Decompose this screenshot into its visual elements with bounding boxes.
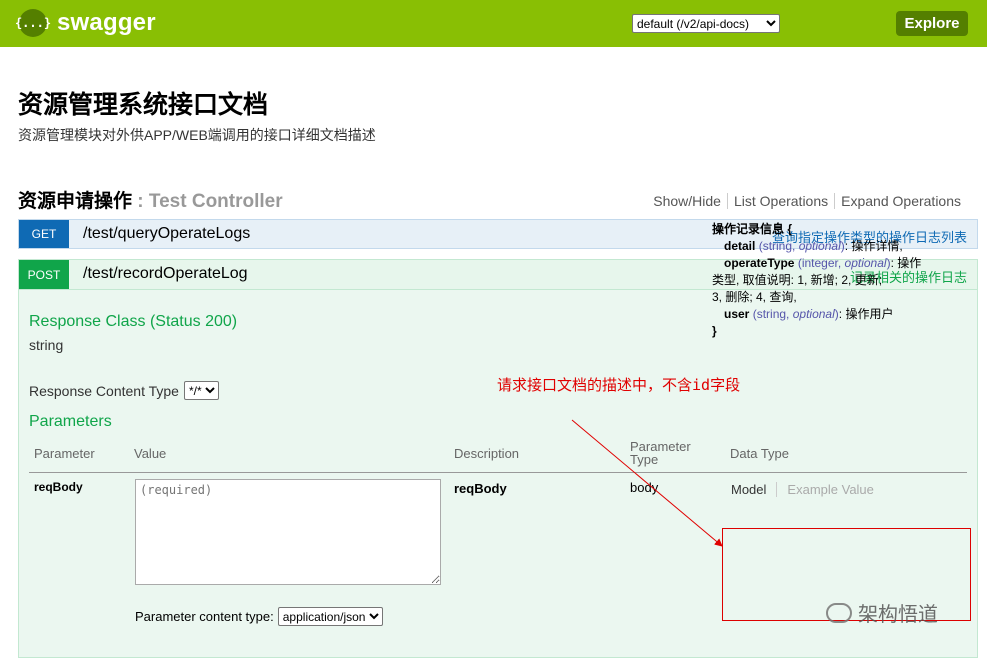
- param-name: reqBody: [34, 480, 83, 494]
- param-content-type-select[interactable]: application/json: [277, 607, 383, 626]
- property-type: (string, optional): [752, 307, 839, 321]
- column-header-data-type: Data Type: [730, 446, 790, 461]
- model-tabs: Model Example Value: [731, 482, 874, 497]
- swagger-logo-text: swagger: [57, 9, 156, 36]
- http-method-post-badge[interactable]: POST: [19, 260, 69, 289]
- response-class-title: Response Class (Status 200): [29, 313, 238, 330]
- property-optional: optional: [792, 307, 835, 321]
- property-desc: 操作详情,: [851, 239, 903, 253]
- operation-path[interactable]: /test/queryOperateLogs: [83, 225, 250, 243]
- property-type: (string, optional): [758, 239, 845, 253]
- property-desc-continued: 类型, 取值说明: 1, 新增; 2, 更新;: [712, 273, 883, 287]
- model-property: user (string, optional): 操作用户: [724, 307, 894, 321]
- param-description: reqBody: [454, 481, 507, 496]
- http-method-get-badge[interactable]: GET: [19, 220, 69, 248]
- column-header-parameter-type: Parameter Type: [630, 439, 691, 467]
- operation-path[interactable]: /test/recordOperateLog: [83, 265, 248, 283]
- annotation-note: 请求接口文档的描述中，不含id字段: [497, 376, 741, 394]
- show-hide-link[interactable]: Show/Hide: [647, 193, 727, 209]
- property-name: user: [724, 307, 750, 321]
- property-optional: optional: [844, 256, 887, 270]
- top-bar: {...} swagger default (/v2/api-docs) Exp…: [0, 0, 987, 47]
- model-name: 操作记录信息 {: [712, 222, 793, 236]
- explore-button[interactable]: Explore: [896, 11, 968, 36]
- expand-operations-link[interactable]: Expand Operations: [835, 193, 967, 209]
- model-close-brace: }: [712, 324, 717, 338]
- model-schema: 操作记录信息 { detail (string, optional): 操作详情…: [712, 221, 952, 340]
- resource-separator: :: [137, 191, 144, 212]
- list-operations-link[interactable]: List Operations: [728, 193, 834, 209]
- model-property: operateType (integer, optional): 操作: [724, 256, 922, 270]
- model-property: detail (string, optional): 操作详情,: [724, 239, 903, 253]
- watermark: 架构悟道: [826, 598, 938, 627]
- property-type-value: string: [756, 307, 787, 321]
- swagger-logo[interactable]: {...} swagger: [15, 9, 156, 37]
- column-header-description: Description: [454, 446, 520, 461]
- table-header-divider: [29, 472, 967, 473]
- property-desc: 操作用户: [845, 307, 894, 321]
- property-desc-continued: 3, 删除; 4, 查询,: [712, 290, 797, 304]
- watermark-text: 架构悟道: [858, 604, 938, 626]
- example-value-tab[interactable]: Example Value: [776, 482, 874, 497]
- param-content-type: Parameter content type: application/json: [135, 607, 383, 626]
- swagger-logo-icon: {...}: [15, 9, 51, 37]
- response-content-type-select[interactable]: */*: [183, 381, 219, 400]
- property-name: operateType: [724, 256, 795, 270]
- property-type-value: integer: [801, 256, 838, 270]
- api-title: 资源管理系统接口文档: [18, 91, 269, 119]
- property-type-value: string: [762, 239, 793, 253]
- parameters-title: Parameters: [29, 413, 112, 430]
- resource-heading[interactable]: 资源申请操作 : Test Controller: [18, 186, 283, 213]
- property-name: detail: [724, 239, 756, 253]
- param-content-type-label: Parameter content type:: [135, 609, 274, 624]
- wechat-icon: [826, 602, 852, 623]
- column-header-parameter: Parameter: [34, 446, 95, 461]
- api-description: 资源管理模块对外供APP/WEB端调用的接口详细文档描述: [18, 127, 376, 143]
- model-tab[interactable]: Model: [731, 482, 766, 497]
- param-value-textarea[interactable]: [135, 479, 441, 585]
- property-type: (integer, optional): [797, 256, 891, 270]
- resource-operations-links: Show/Hide List Operations Expand Operati…: [647, 193, 967, 209]
- response-content-type: Response Content Type */*: [29, 381, 219, 400]
- api-spec-select[interactable]: default (/v2/api-docs): [632, 14, 780, 33]
- column-header-value: Value: [134, 446, 167, 461]
- property-desc: 操作: [897, 256, 922, 270]
- param-type: body: [630, 480, 659, 495]
- resource-controller: Test Controller: [148, 191, 283, 212]
- property-optional: optional: [798, 239, 841, 253]
- response-class-value: string: [29, 337, 64, 353]
- response-content-type-label: Response Content Type: [29, 382, 179, 399]
- resource-name[interactable]: 资源申请操作: [18, 191, 132, 212]
